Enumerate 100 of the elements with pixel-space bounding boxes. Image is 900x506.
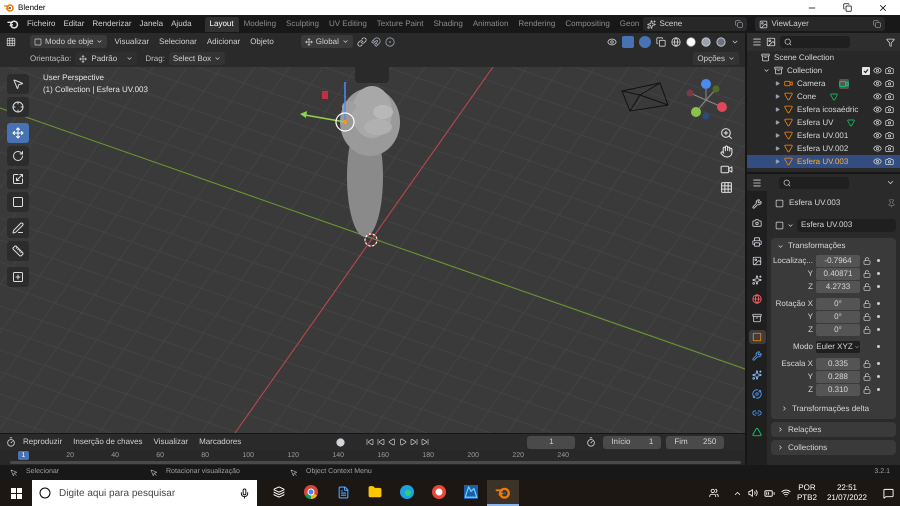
workspace-tab[interactable]: Compositing	[560, 16, 615, 32]
menu-item[interactable]: Visualizar	[150, 436, 192, 448]
orientation-dropdown[interactable]: Padrão	[75, 52, 138, 65]
keyboard-layout[interactable]: PTB2	[796, 493, 817, 503]
camera-icon[interactable]	[720, 163, 733, 176]
workspace-tab[interactable]: Geon	[614, 16, 641, 32]
number-field[interactable]: 0.288	[816, 370, 860, 382]
menu-item[interactable]: Inserção de chaves	[69, 436, 147, 448]
menu-item[interactable]: Janela	[136, 18, 168, 30]
panel-header[interactable]: Transformações	[771, 238, 896, 254]
workspace-tab[interactable]: Rendering	[513, 16, 560, 32]
grid-icon[interactable]	[720, 181, 733, 194]
search-field[interactable]	[779, 176, 849, 188]
number-field[interactable]: 0.40871	[816, 268, 860, 280]
workspace-tab[interactable]: Texture Paint	[372, 16, 428, 32]
number-field[interactable]: 0.335	[816, 358, 860, 370]
select-box-tool[interactable]	[7, 74, 29, 94]
number-field[interactable]: 0°	[816, 324, 860, 336]
number-field[interactable]: 0.310	[816, 384, 860, 396]
prev-keyframe-icon[interactable]	[377, 438, 386, 446]
menu-item[interactable]: Ajuda	[167, 18, 196, 30]
panel-header[interactable]: Collections	[771, 440, 896, 455]
scale-icon	[12, 173, 24, 185]
photos-app-icon	[464, 485, 478, 499]
add-cube-icon	[12, 271, 24, 283]
blender-logo-icon[interactable]	[7, 19, 19, 29]
view-layer-selector[interactable]: ViewLayer	[754, 17, 885, 31]
workspace-tab[interactable]: Layout	[204, 16, 239, 32]
outliner-row[interactable]: Esfera UV	[747, 116, 900, 129]
rotation-mode-dropdown[interactable]: Euler XYZ	[816, 340, 860, 352]
outliner-row[interactable]: Esfera UV.002	[747, 142, 900, 155]
ruler-tool[interactable]	[7, 241, 29, 261]
menu-item[interactable]: Marcadores	[195, 436, 246, 448]
menu-item[interactable]: Adicionar	[204, 36, 244, 48]
clock-time[interactable]: 22:51	[836, 483, 857, 493]
outliner-row[interactable]: Esfera icosaédric	[747, 103, 900, 116]
number-field[interactable]: 0°	[816, 310, 860, 322]
taskbar-app[interactable]	[487, 480, 519, 506]
taskbar-search-field[interactable]: Digite aqui para pesquisar	[32, 480, 257, 506]
window-title: Blender	[18, 2, 46, 14]
overlay-toggle[interactable]	[639, 36, 651, 48]
move-gizmo[interactable]	[300, 82, 355, 132]
exclude-checkbox[interactable]	[862, 66, 870, 74]
jump-end-icon[interactable]	[421, 438, 430, 446]
menu-item[interactable]: Selecionar	[156, 36, 200, 48]
menu-item[interactable]: Editar	[59, 18, 88, 30]
gizmo-toggle[interactable]	[622, 36, 634, 48]
menu-item[interactable]: Renderizar	[88, 18, 136, 30]
move-tool[interactable]	[7, 123, 29, 143]
scale-tool[interactable]	[7, 169, 29, 189]
jump-start-icon[interactable]	[366, 438, 374, 446]
microphone-icon	[239, 488, 250, 498]
navigation-gizmo[interactable]	[686, 79, 727, 120]
browser-logo-icon	[400, 485, 414, 499]
pen-tool[interactable]	[7, 218, 29, 238]
orientation-dropdown[interactable]: Global	[300, 35, 353, 48]
drag-dropdown[interactable]: Select Box	[168, 52, 226, 65]
add-cube-tool[interactable]	[7, 267, 29, 287]
cursor-tool[interactable]	[7, 97, 29, 117]
menu-item[interactable]: Ficheiro	[23, 18, 60, 30]
number-field[interactable]: 4.2733	[816, 280, 860, 292]
outliner-row[interactable]: Cone	[747, 90, 900, 103]
workspace-tab[interactable]: Modeling	[238, 16, 282, 32]
outliner-row[interactable]: Esfera UV.001	[747, 129, 900, 142]
panel-header[interactable]: Relações	[771, 422, 896, 437]
object-name-field[interactable]: Esfera UV.003	[797, 218, 896, 232]
blender-logo-icon	[495, 486, 511, 498]
menu-item[interactable]: Reproduzir	[19, 436, 66, 448]
transform-tool[interactable]	[7, 192, 29, 212]
outliner-item-label[interactable]: Scene Collection	[774, 52, 834, 64]
hand-icon[interactable]	[720, 145, 733, 158]
end-frame-field[interactable]: Fim 250	[666, 436, 724, 448]
menu-item[interactable]: Visualizar	[111, 36, 152, 48]
rotate-tool[interactable]	[7, 146, 29, 166]
subpanel-header[interactable]: Transformações delta	[771, 402, 896, 415]
outliner-row[interactable]: Camera	[747, 77, 900, 90]
scene-selector[interactable]: Scene	[642, 17, 747, 31]
current-frame-field[interactable]: 1	[527, 436, 576, 448]
workspace-tab[interactable]: Shading	[428, 16, 468, 32]
mode-dropdown[interactable]: Modo de obje	[30, 35, 108, 48]
number-field[interactable]: -0.7964	[816, 254, 860, 266]
menu-item[interactable]: Objeto	[247, 36, 277, 48]
workspace-tab[interactable]: UV Editing	[324, 16, 372, 32]
play-icon[interactable]	[399, 438, 408, 446]
play-reverse-icon[interactable]	[388, 438, 396, 446]
options-dropdown[interactable]: Opções	[693, 52, 739, 65]
properties-tab[interactable]	[748, 330, 766, 344]
number-field[interactable]: 0°	[816, 298, 860, 310]
workspace-tab[interactable]: Sculpting	[281, 16, 324, 32]
zoom-icon[interactable]	[720, 127, 733, 140]
camera-icon	[885, 79, 894, 88]
clock-date[interactable]: 21/07/2022	[826, 493, 867, 503]
language-indicator[interactable]: POR	[798, 483, 816, 493]
workspace-tab[interactable]: Animation	[468, 16, 514, 32]
timeline-scrollbar[interactable]	[10, 461, 741, 464]
search-field[interactable]	[780, 36, 850, 48]
start-frame-field[interactable]: Início 1	[603, 436, 662, 448]
outliner-row[interactable]: Esfera UV.003	[747, 155, 900, 168]
next-keyframe-icon[interactable]	[410, 438, 418, 446]
outliner-item-label[interactable]: Collection	[787, 64, 822, 76]
